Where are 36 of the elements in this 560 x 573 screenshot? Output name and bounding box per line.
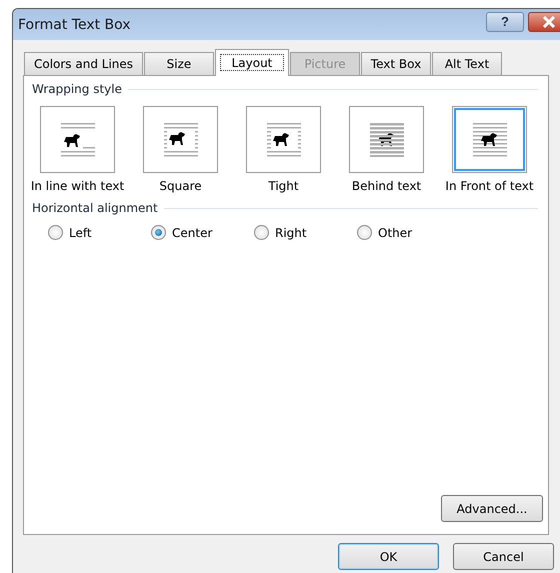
option-label: Tight <box>268 179 299 193</box>
advanced-button[interactable]: Advanced... <box>441 495 543 522</box>
option-label: In Front of text <box>445 179 534 193</box>
option-label: Square <box>159 179 202 193</box>
radio-label: Right <box>275 226 307 240</box>
radio-button[interactable] <box>151 225 166 240</box>
dialog-button[interactable]: Cancel <box>453 543 554 570</box>
wrapping-icon <box>472 122 506 156</box>
wrapping-option[interactable] <box>452 106 527 173</box>
radio-button[interactable] <box>48 225 63 240</box>
tab[interactable]: Text Box <box>361 52 431 75</box>
radio-button[interactable] <box>357 225 372 240</box>
wrapping-option[interactable] <box>246 106 321 173</box>
radio-label: Center <box>172 226 212 240</box>
group-heading: Horizontal alignment <box>32 201 158 215</box>
close-icon <box>542 16 556 28</box>
wrapping-option[interactable] <box>143 106 218 173</box>
option-label: Behind text <box>352 179 422 193</box>
dialog-button[interactable]: OK <box>338 543 439 570</box>
tab[interactable]: Size <box>144 52 214 75</box>
tab[interactable]: Colors and Lines <box>24 52 143 75</box>
radio-label: Left <box>69 226 92 240</box>
wrapping-icon <box>266 122 300 156</box>
wrapping-icon <box>60 122 94 156</box>
group-heading: Wrapping style <box>32 82 122 96</box>
option-label: In line with text <box>30 179 124 193</box>
radio-button[interactable] <box>254 225 269 240</box>
radio-label: Other <box>378 226 412 240</box>
wrapping-icon <box>164 122 198 156</box>
window-title: Format Text Box <box>18 16 132 32</box>
wrapping-icon <box>370 122 404 156</box>
close-button[interactable] <box>528 12 560 32</box>
wrapping-option[interactable] <box>40 106 115 173</box>
help-button[interactable]: ? <box>486 12 524 32</box>
tab[interactable]: Alt Text <box>432 52 502 75</box>
tab[interactable]: Layout <box>215 49 289 76</box>
